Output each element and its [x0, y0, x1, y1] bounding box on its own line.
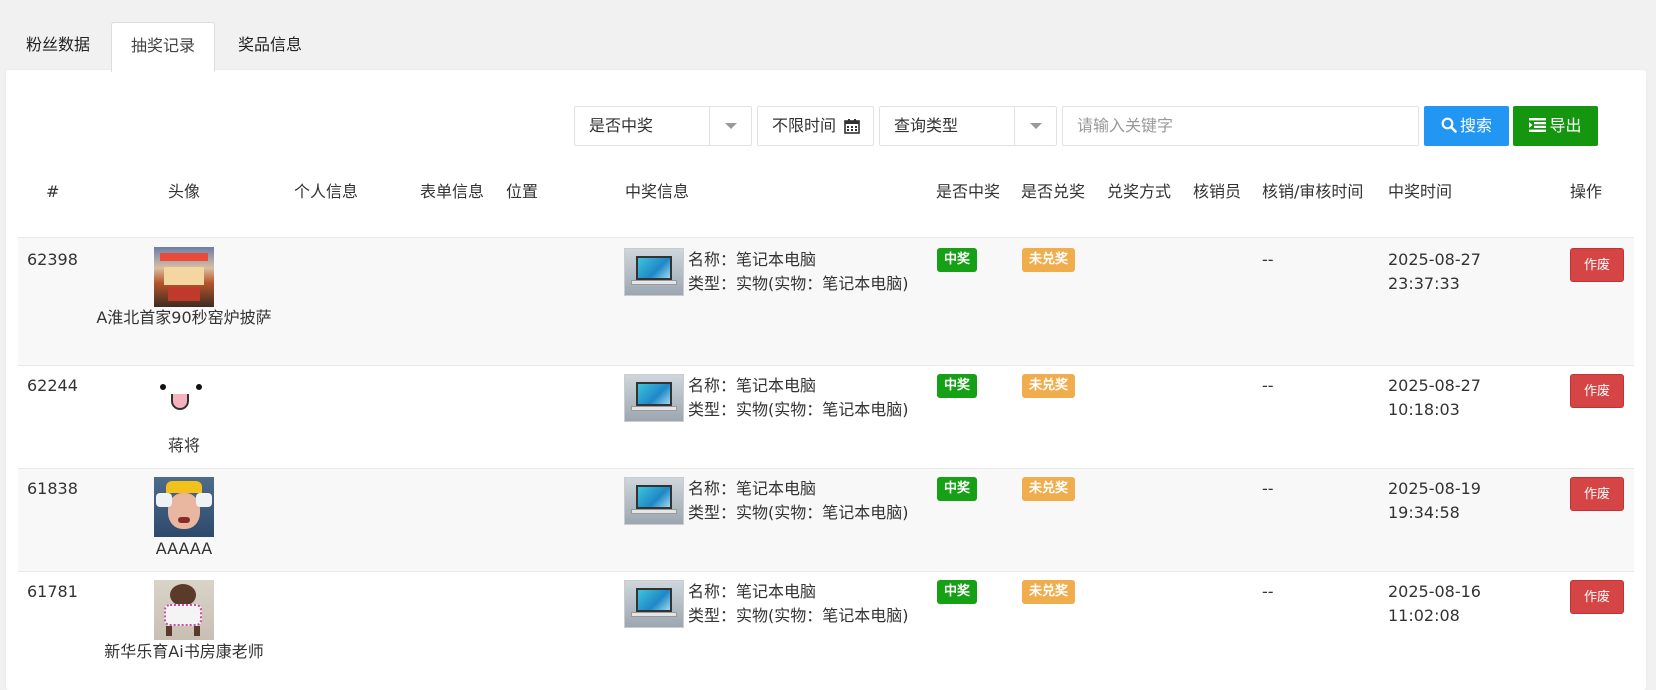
col-verify-time: 核销/审核时间: [1262, 182, 1364, 201]
avatar: [154, 247, 214, 307]
prize-image: [624, 374, 684, 422]
win-clock: 23:37:33: [1388, 274, 1460, 293]
query-type-value: 查询类型: [894, 116, 959, 135]
tab-bar: 粉丝数据 抽奖记录 奖品信息: [0, 0, 1656, 72]
col-prize-info: 中奖信息: [625, 182, 690, 201]
time-range-select[interactable]: 不限时间: [757, 106, 874, 146]
win-badge: 中奖: [937, 374, 978, 398]
search-button-label: 搜索: [1459, 116, 1492, 135]
search-icon: [1441, 117, 1457, 133]
search-button[interactable]: 搜索: [1424, 106, 1509, 146]
query-type-select[interactable]: 查询类型: [879, 106, 1057, 146]
row-nickname: AAAAA: [155, 539, 213, 558]
tab-fans[interactable]: 粉丝数据: [6, 22, 110, 72]
col-avatar: 头像: [168, 182, 201, 201]
chevron-down-icon: [1014, 107, 1056, 145]
col-action: 操作: [1570, 182, 1603, 201]
redeem-status-badge: 未兑奖: [1022, 374, 1076, 398]
prize-name: 名称：笔记本电脑: [688, 376, 817, 395]
col-redeem-method: 兑奖方式: [1107, 182, 1172, 201]
redeem-status-badge: 未兑奖: [1022, 477, 1076, 501]
row-nickname: 蒋将: [167, 436, 200, 455]
void-button[interactable]: 作废: [1570, 580, 1624, 614]
avatar: [154, 373, 214, 433]
row-id: 62398: [27, 250, 78, 269]
void-button[interactable]: 作废: [1570, 374, 1624, 408]
prize-type: 类型：实物(实物：笔记本电脑): [688, 274, 909, 293]
keyword-placeholder: 请输入关键字: [1077, 116, 1174, 135]
row-nickname: A淮北首家90秒窑炉披萨: [96, 308, 272, 327]
tab-lottery-records[interactable]: 抽奖记录: [111, 22, 215, 72]
prize-type: 类型：实物(实物：笔记本电脑): [688, 606, 909, 625]
prize-name: 名称：笔记本电脑: [688, 250, 817, 269]
void-button[interactable]: 作废: [1570, 248, 1624, 282]
win-clock: 19:34:58: [1388, 503, 1460, 522]
avatar: [154, 580, 214, 640]
win-badge: 中奖: [937, 248, 978, 272]
col-win-time: 中奖时间: [1388, 182, 1453, 201]
redeem-status-badge: 未兑奖: [1022, 248, 1076, 272]
list-icon: [1529, 118, 1547, 132]
verify-time: --: [1262, 376, 1274, 395]
row-id: 61781: [27, 582, 78, 601]
col-is-redeemed: 是否兑奖: [1021, 182, 1086, 201]
col-personal-info: 个人信息: [294, 182, 359, 201]
win-clock: 11:02:08: [1388, 606, 1460, 625]
row-id: 62244: [27, 376, 78, 395]
row-nickname: 新华乐育Ai书房康老师: [104, 642, 264, 661]
win-date: 2025-08-27: [1388, 376, 1481, 395]
col-verifier: 核销员: [1193, 182, 1242, 201]
win-clock: 10:18:03: [1388, 400, 1460, 419]
prize-name: 名称：笔记本电脑: [688, 479, 817, 498]
win-date: 2025-08-19: [1388, 479, 1481, 498]
calendar-icon: [844, 119, 860, 134]
prize-image: [624, 477, 684, 525]
avatar: [154, 477, 214, 537]
time-range-value: 不限时间: [772, 116, 837, 135]
win-status-select[interactable]: 是否中奖: [574, 106, 752, 146]
verify-time: --: [1262, 582, 1274, 601]
win-badge: 中奖: [937, 477, 978, 501]
prize-image: [624, 580, 684, 628]
prize-type: 类型：实物(实物：笔记本电脑): [688, 503, 909, 522]
win-badge: 中奖: [937, 580, 978, 604]
row-id: 61838: [27, 479, 78, 498]
col-is-winner: 是否中奖: [936, 182, 1001, 201]
win-status-select-value: 是否中奖: [589, 116, 654, 135]
verify-time: --: [1262, 479, 1274, 498]
prize-image: [624, 248, 684, 296]
void-button[interactable]: 作废: [1570, 477, 1624, 511]
tab-prizes[interactable]: 奖品信息: [218, 22, 322, 72]
col-location: 位置: [506, 182, 539, 201]
prize-type: 类型：实物(实物：笔记本电脑): [688, 400, 909, 419]
export-button-label: 导出: [1549, 116, 1582, 135]
col-id: #: [46, 182, 60, 201]
col-form-info: 表单信息: [420, 182, 485, 201]
redeem-status-badge: 未兑奖: [1022, 580, 1076, 604]
export-button[interactable]: 导出: [1513, 106, 1598, 146]
prize-name: 名称：笔记本电脑: [688, 582, 817, 601]
win-date: 2025-08-16: [1388, 582, 1481, 601]
win-date: 2025-08-27: [1388, 250, 1481, 269]
verify-time: --: [1262, 250, 1274, 269]
chevron-down-icon: [709, 107, 751, 145]
keyword-input[interactable]: 请输入关键字: [1062, 106, 1419, 146]
